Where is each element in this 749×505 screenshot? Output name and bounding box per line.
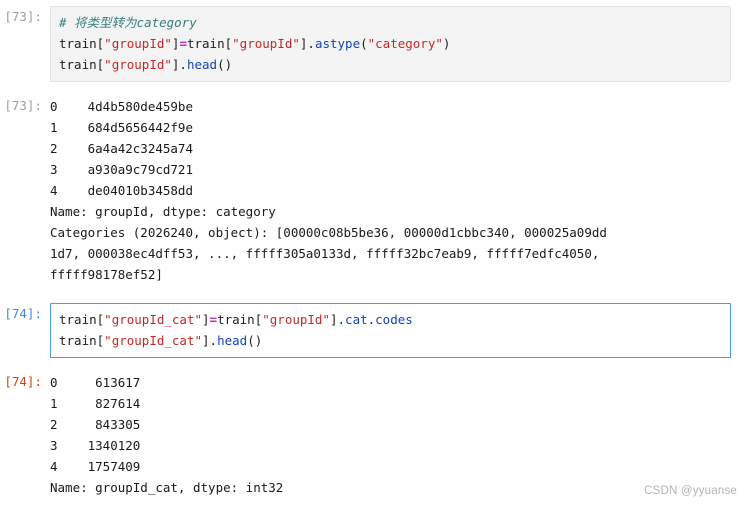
code-token-punctuation: ]. (299, 36, 315, 51)
output-line: 2 843305 (50, 417, 141, 432)
output-prompt-label: [74]: (4, 374, 42, 389)
code-token-identifier: train (59, 57, 97, 72)
input-prompt-label: [73]: (4, 9, 42, 24)
code-token-punctuation: () (217, 57, 233, 72)
code-line: train["groupId_cat"].head() (59, 330, 722, 351)
code-line: train["groupId"]=train["groupId"].astype… (59, 33, 722, 54)
code-token-punctuation: ] (202, 312, 210, 327)
code-token-operator: = (209, 312, 218, 327)
output-text-area: 0 613617 1 827614 2 843305 3 1340120 4 17574… (50, 371, 749, 498)
code-token-identifier: train (217, 312, 255, 327)
code-token-attribute: codes (375, 312, 413, 327)
output-line: 1d7, 000038ec4dff53, ..., fffff305a0133d… (50, 246, 600, 261)
output-cell: [73]: 0 4d4b580de459be 1 684d5656442f9e 2 6… (0, 95, 749, 285)
notebook-cell-list: [73]: # 将类型转为category train["groupId"]=tra… (0, 0, 749, 498)
code-token-string: "category" (367, 36, 443, 51)
code-token-identifier: train (186, 36, 225, 51)
code-token-string: "groupId_cat" (104, 312, 203, 327)
output-line: 0 4d4b580de459be (50, 99, 193, 114)
cell-spacer (0, 82, 749, 95)
csdn-watermark: CSDN @yyuanse (644, 485, 737, 497)
code-token-string: "groupId" (262, 312, 330, 327)
code-token-string: "groupId" (232, 36, 300, 51)
output-line: 3 a930a9c79cd721 (50, 162, 193, 177)
code-cell[interactable]: [74]: train["groupId_cat"]=train["groupId… (0, 303, 749, 358)
code-token-operator: = (179, 36, 187, 51)
output-line: 1 827614 (50, 396, 141, 411)
code-token-string: "groupId_cat" (104, 333, 203, 348)
output-line: 2 6a4a42c3245a74 (50, 141, 193, 156)
output-line: Categories (2026240, object): [00000c08b… (50, 225, 607, 240)
output-line: fffff98178ef52] (50, 267, 163, 282)
code-line: train["groupId"].head() (59, 54, 722, 75)
code-editor[interactable]: # 将类型转为category train["groupId"]=train["g… (50, 6, 731, 82)
code-token-punctuation: ]. (329, 312, 346, 327)
code-token-identifier: train (59, 312, 97, 327)
code-token-attribute: head (217, 333, 248, 348)
code-token-string: "groupId" (104, 36, 172, 51)
output-line: Name: groupId, dtype: category (50, 204, 276, 219)
code-line: # 将类型转为category (59, 12, 722, 33)
code-token-punctuation: ( (360, 36, 368, 51)
code-token-punctuation: ) (442, 36, 451, 51)
output-prompt-label: [73]: (4, 98, 42, 113)
input-prompt-label: [74]: (4, 306, 42, 321)
notebook-page: { "notebook": { "cells": [ { "type": "co… (0, 0, 749, 505)
cell-spacer (0, 285, 749, 303)
code-token-attribute: astype (314, 36, 361, 51)
output-cell: [74]: 0 613617 1 827614 2 843305 3 1340120 4 … (0, 371, 749, 498)
code-token-identifier: train (59, 36, 97, 51)
code-token-comment: # 将类型转为category (59, 15, 197, 30)
code-line: train["groupId_cat"]=train["groupId"].ca… (59, 309, 722, 330)
code-token-punctuation: () (247, 333, 263, 348)
code-token-attribute: head (186, 57, 218, 72)
code-token-attribute: cat (345, 312, 368, 327)
code-token-string: "groupId" (104, 57, 172, 72)
code-token-punctuation: ]. (202, 333, 218, 348)
code-editor-selected[interactable]: train["groupId_cat"]=train["groupId"].ca… (50, 303, 731, 358)
output-text-area: 0 4d4b580de459be 1 684d5656442f9e 2 6a4a42… (50, 95, 749, 285)
output-line: 4 de04010b3458dd (50, 183, 193, 198)
output-line: 1 684d5656442f9e (50, 120, 193, 135)
cell-spacer (0, 358, 749, 371)
code-input-area[interactable]: train["groupId_cat"]=train["groupId"].ca… (50, 303, 749, 358)
code-token-identifier: train (59, 333, 97, 348)
output-line: 0 613617 (50, 375, 141, 390)
output-line: 3 1340120 (50, 438, 141, 453)
code-token-punctuation: [ (224, 36, 233, 51)
output-line: 4 1757409 (50, 459, 141, 474)
code-token-punctuation: ]. (171, 57, 187, 72)
code-input-area[interactable]: # 将类型转为category train["groupId"]=train["g… (50, 6, 749, 82)
code-cell[interactable]: [73]: # 将类型转为category train["groupId"]=tra… (0, 6, 749, 82)
